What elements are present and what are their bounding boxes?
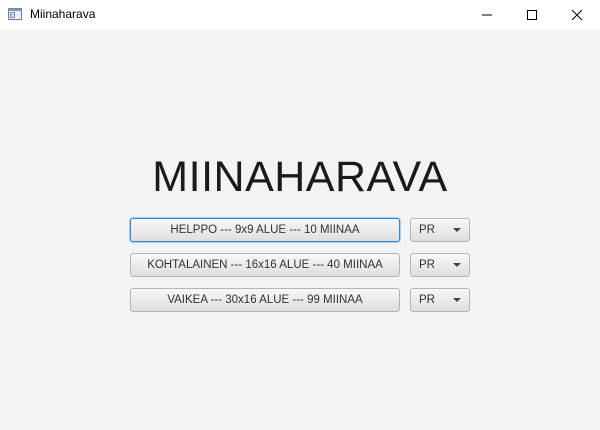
chevron-down-icon: [453, 298, 461, 302]
medium-mode-select-value: PR: [419, 259, 435, 271]
chevron-down-icon: [453, 228, 461, 232]
easy-mode-select-value: PR: [419, 224, 435, 236]
chevron-down-icon: [453, 263, 461, 267]
hard-mode-select-value: PR: [419, 294, 435, 306]
game-title: MIINAHARAVA: [152, 153, 448, 201]
minimize-button[interactable]: [464, 0, 510, 30]
close-icon: [571, 9, 583, 21]
window-app-icon: [8, 7, 22, 20]
minimize-icon: [482, 14, 492, 16]
hard-mode-select[interactable]: PR: [410, 288, 470, 312]
app-window: Miinaharava MIINAHARAVA HELPPO --- 9x9 A…: [0, 0, 600, 430]
easy-mode-select[interactable]: PR: [410, 218, 470, 242]
window-title: Miinaharava: [30, 7, 96, 21]
maximize-button[interactable]: [509, 0, 555, 30]
medium-difficulty-button[interactable]: KOHTALAINEN --- 16x16 ALUE --- 40 MIINAA: [130, 253, 400, 277]
close-button[interactable]: [554, 0, 600, 30]
maximize-icon: [527, 10, 537, 20]
easy-difficulty-button[interactable]: HELPPO --- 9x9 ALUE --- 10 MIINAA: [130, 218, 400, 242]
main-content: MIINAHARAVA HELPPO --- 9x9 ALUE --- 10 M…: [0, 30, 600, 430]
title-bar[interactable]: Miinaharava: [0, 0, 600, 30]
medium-mode-select[interactable]: PR: [410, 253, 470, 277]
hard-difficulty-button[interactable]: VAIKEA --- 30x16 ALUE --- 99 MIINAA: [130, 288, 400, 312]
